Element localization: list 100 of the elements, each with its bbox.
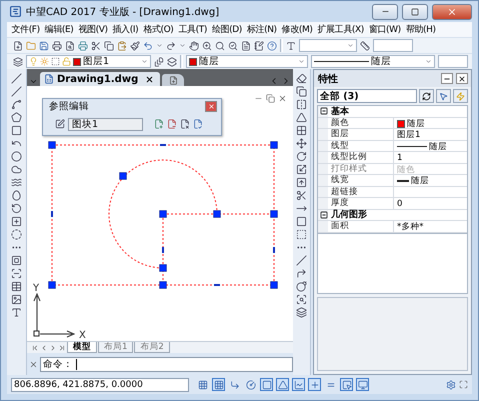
layout-tab[interactable]: 模型 (67, 342, 97, 353)
menu-item[interactable]: 绘图(D) (209, 23, 244, 36)
last-tab-icon[interactable] (58, 344, 66, 352)
fullscreen-icon[interactable] (459, 380, 468, 389)
spline-icon[interactable] (11, 177, 22, 188)
polyline-icon[interactable] (11, 99, 22, 110)
menu-item[interactable]: 插入(I) (110, 23, 141, 36)
menu-item[interactable]: 修改(M) (279, 23, 315, 36)
block-name-field[interactable]: 图块1 (68, 118, 143, 130)
property-value[interactable]: 随层 (411, 175, 429, 187)
array-icon[interactable] (296, 125, 307, 136)
menu-item[interactable]: 文件(F) (9, 23, 42, 36)
copy-icon[interactable] (104, 40, 114, 50)
quick-properties-toggle[interactable] (356, 378, 369, 391)
image-icon[interactable] (11, 294, 22, 305)
settings-icon[interactable] (446, 380, 456, 390)
selected-objects-drawing[interactable] (48, 141, 278, 289)
save-icon[interactable] (39, 40, 49, 50)
trim-icon[interactable] (296, 190, 307, 201)
caret-icon[interactable] (179, 42, 186, 49)
close-command-icon[interactable] (29, 360, 38, 369)
layer-manager-icon[interactable] (13, 56, 23, 66)
menu-item[interactable]: 视图(V) (76, 23, 110, 36)
linetype-dropdown[interactable]: 随层 (311, 55, 435, 68)
color-dropdown[interactable]: 随层 (186, 55, 308, 68)
snap-toggle[interactable] (196, 378, 209, 391)
pentagon-icon[interactable] (11, 112, 22, 123)
menu-item[interactable]: 帮助(H) (403, 23, 438, 36)
cloud-icon[interactable] (11, 164, 22, 175)
eraser-icon[interactable] (296, 73, 307, 84)
help-icon[interactable] (267, 40, 277, 50)
menu-item[interactable]: 扩展工具(X) (314, 23, 366, 36)
select-objects-button[interactable] (436, 89, 451, 103)
new-file-icon[interactable] (13, 40, 23, 50)
dynamic-input-toggle[interactable] (308, 378, 321, 391)
discard-changes-icon[interactable] (180, 119, 190, 129)
mirror-icon[interactable] (296, 99, 307, 110)
next-tab-icon[interactable] (49, 344, 57, 352)
caret-icon[interactable] (347, 42, 354, 49)
caret-icon[interactable] (156, 42, 163, 49)
explode-icon[interactable] (296, 281, 307, 292)
layer-dropdown[interactable]: 图层1 (26, 55, 151, 68)
ray-icon[interactable] (11, 86, 22, 97)
add-to-set-icon[interactable] (154, 119, 164, 129)
property-value[interactable]: *多种* (397, 221, 424, 233)
property-value[interactable]: 随层 (429, 140, 447, 152)
maximize-button[interactable] (402, 4, 428, 20)
collapse-icon[interactable] (320, 210, 328, 219)
drawing-canvas[interactable]: 参照编辑 图块1 Y X (27, 86, 293, 341)
polar-toggle[interactable] (244, 378, 257, 391)
property-value[interactable]: 1 (397, 152, 402, 162)
print-icon[interactable] (52, 40, 62, 50)
brush-icon[interactable] (130, 40, 140, 50)
dimension-style-icon[interactable] (360, 40, 370, 50)
redo-icon[interactable] (166, 40, 176, 50)
close-icon[interactable] (278, 94, 287, 103)
rectangle-icon[interactable] (11, 125, 22, 136)
copy-icon[interactable] (296, 86, 307, 97)
line-icon[interactable] (11, 73, 22, 84)
restore-icon[interactable] (266, 94, 275, 103)
remove-from-set-icon[interactable] (167, 119, 177, 129)
menu-item[interactable]: 格式(O) (140, 23, 176, 36)
selection-cycle-toggle[interactable] (340, 378, 353, 391)
document-tab[interactable]: Drawing1.dwg (40, 72, 160, 86)
insert-block-icon[interactable] (11, 216, 22, 227)
first-tab-icon[interactable] (31, 344, 39, 352)
previous-tab-icon[interactable] (40, 344, 48, 352)
caret-icon[interactable] (425, 58, 432, 65)
command-field[interactable]: 命令： (40, 357, 293, 372)
text-style-icon[interactable] (286, 40, 296, 50)
property-value[interactable]: 0 (397, 198, 402, 208)
menu-item[interactable]: 编辑(E) (42, 23, 76, 36)
toggle-pickadd-button[interactable] (419, 89, 434, 103)
property-value[interactable]: 图层1 (397, 129, 420, 141)
collapse-icon[interactable] (320, 107, 328, 116)
caret-icon[interactable] (298, 58, 305, 65)
paste-icon[interactable] (117, 40, 127, 50)
object-track-toggle[interactable] (276, 378, 289, 391)
save-changes-icon[interactable] (193, 119, 203, 129)
close-button[interactable] (456, 73, 468, 84)
menu-item[interactable]: 窗口(W) (366, 23, 404, 36)
table-icon[interactable] (11, 281, 22, 292)
menu-item[interactable]: 标注(N) (244, 23, 280, 36)
object-snap-toggle[interactable] (260, 378, 273, 391)
text-icon[interactable] (11, 307, 22, 318)
new-tab-button[interactable] (162, 74, 184, 86)
tab-menu-icon[interactable] (29, 77, 38, 86)
undo-icon[interactable] (143, 40, 153, 50)
pan-icon[interactable] (189, 40, 199, 50)
rotate-icon[interactable] (296, 151, 307, 162)
property-value[interactable]: 随层 (407, 118, 425, 130)
zoom-icon[interactable] (202, 40, 212, 50)
menu-item[interactable]: 工具(T) (176, 23, 210, 36)
close-tab-icon[interactable] (145, 74, 154, 84)
caret-icon[interactable] (141, 58, 148, 65)
circle-icon[interactable] (11, 151, 22, 162)
minimize-button[interactable] (441, 73, 453, 84)
move-icon[interactable] (296, 138, 307, 149)
cut-icon[interactable] (91, 40, 101, 50)
grid-toggle[interactable] (212, 378, 225, 391)
